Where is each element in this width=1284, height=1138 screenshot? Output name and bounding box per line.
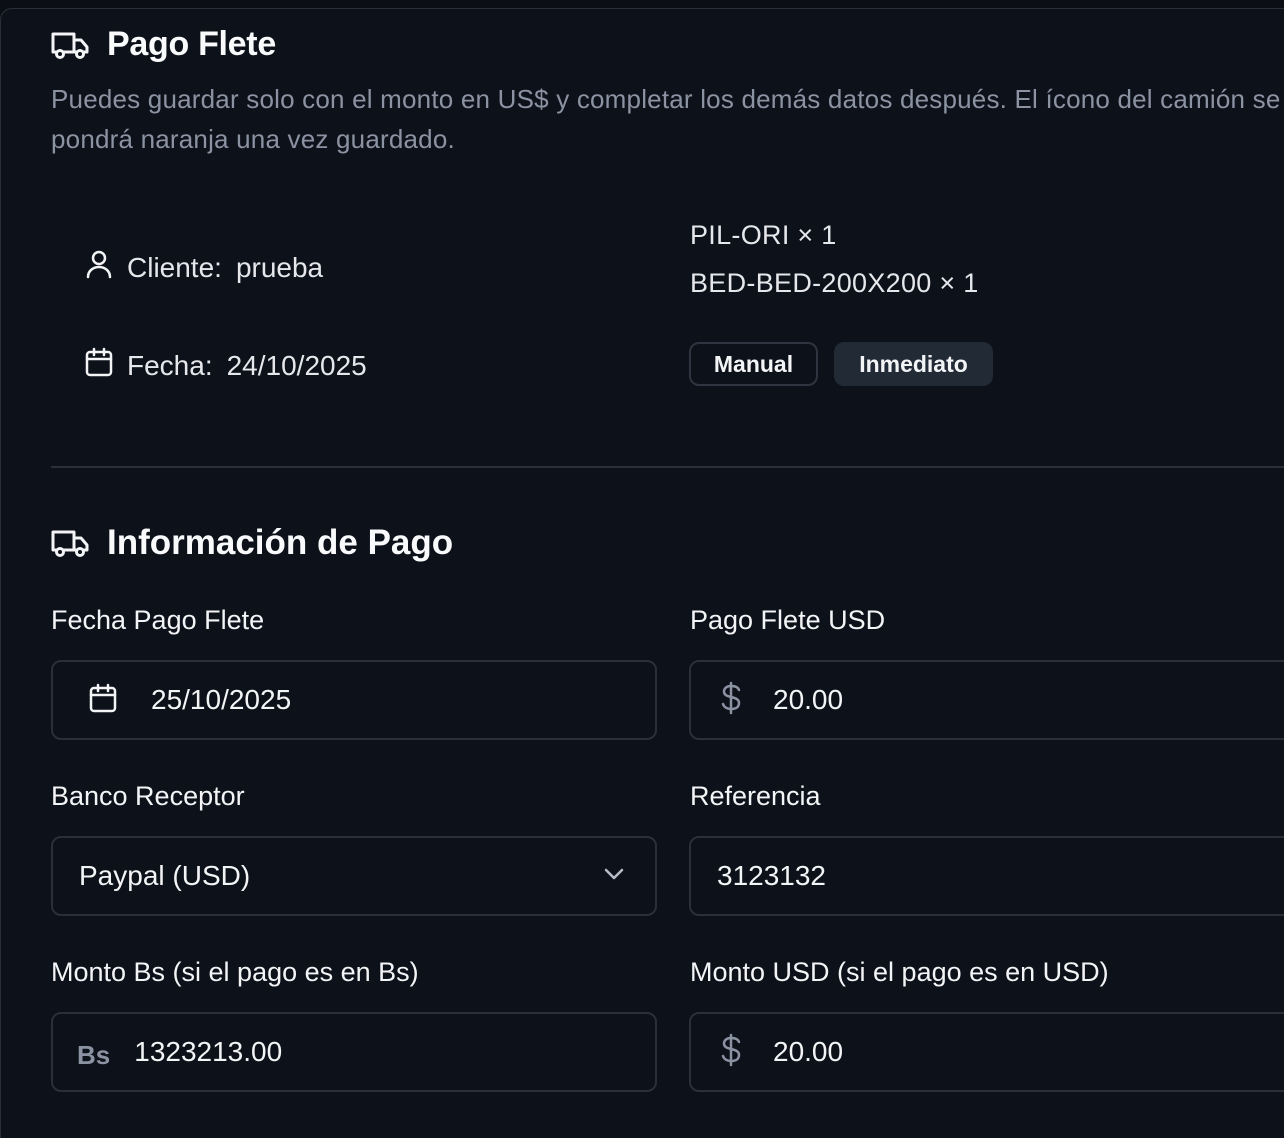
dialog-header: Pago Flete — [51, 25, 276, 64]
bs-prefix: Bs — [77, 1039, 111, 1070]
fecha-pago-value: 25/10/2025 — [151, 684, 292, 715]
divider — [51, 466, 1284, 468]
truck-icon — [51, 528, 89, 558]
banco-receptor-select[interactable]: Paypal (USD) — [51, 836, 657, 916]
chevron-down-icon — [603, 867, 625, 886]
fecha-row: Fecha: 24/10/2025 — [85, 347, 367, 384]
referencia-input[interactable]: 3123132 — [689, 836, 1284, 916]
calendar-icon — [85, 347, 113, 384]
user-icon — [85, 249, 113, 286]
cliente-value: prueba — [235, 251, 324, 283]
section-title: Información de Pago — [107, 523, 454, 562]
badge-manual: Manual — [689, 342, 818, 386]
monto-usd-value: 20.00 — [773, 1036, 844, 1067]
badge-inmediato: Inmediato — [834, 342, 993, 386]
truck-icon — [51, 30, 89, 60]
dollar-icon — [719, 681, 743, 720]
dialog-description: Puedes guardar solo con el monto en US$ … — [51, 84, 1281, 154]
banco-receptor-value: Paypal (USD) — [79, 860, 251, 891]
product-line: BED-BED-200X200 × 1 — [690, 268, 979, 298]
section-header: Información de Pago — [51, 523, 453, 563]
fecha-value: 24/10/2025 — [226, 349, 367, 381]
referencia-value: 3123132 — [717, 860, 827, 891]
pago-flete-dialog: Pago Flete Puedes guardar solo con el mo… — [0, 8, 1284, 1138]
fecha-pago-label: Fecha Pago Flete — [51, 605, 265, 635]
fecha-label: Fecha: — [127, 349, 213, 381]
pago-flete-usd-value: 20.00 — [773, 684, 844, 715]
dialog-title: Pago Flete — [107, 25, 276, 63]
monto-bs-input[interactable]: Bs 1323213.00 — [51, 1012, 657, 1092]
cliente-label: Cliente: — [127, 251, 222, 283]
calendar-icon — [89, 683, 117, 718]
pago-flete-usd-field[interactable]: 20.00 — [689, 660, 1284, 740]
referencia-label: Referencia — [690, 781, 821, 811]
monto-usd-input[interactable]: 20.00 — [689, 1012, 1284, 1092]
fecha-pago-field[interactable]: 25/10/2025 — [51, 660, 657, 740]
monto-bs-value: 1323213.00 — [134, 1036, 283, 1067]
cliente-row: Cliente: prueba — [85, 249, 323, 286]
product-line: PIL-ORI × 1 — [690, 220, 837, 250]
pago-flete-usd-label: Pago Flete USD — [690, 605, 886, 635]
monto-usd-label: Monto USD (si el pago es en USD) — [690, 957, 1109, 987]
monto-bs-label: Monto Bs (si el pago es en Bs) — [51, 957, 419, 987]
dollar-icon — [719, 1033, 743, 1072]
banco-receptor-label: Banco Receptor — [51, 781, 245, 811]
